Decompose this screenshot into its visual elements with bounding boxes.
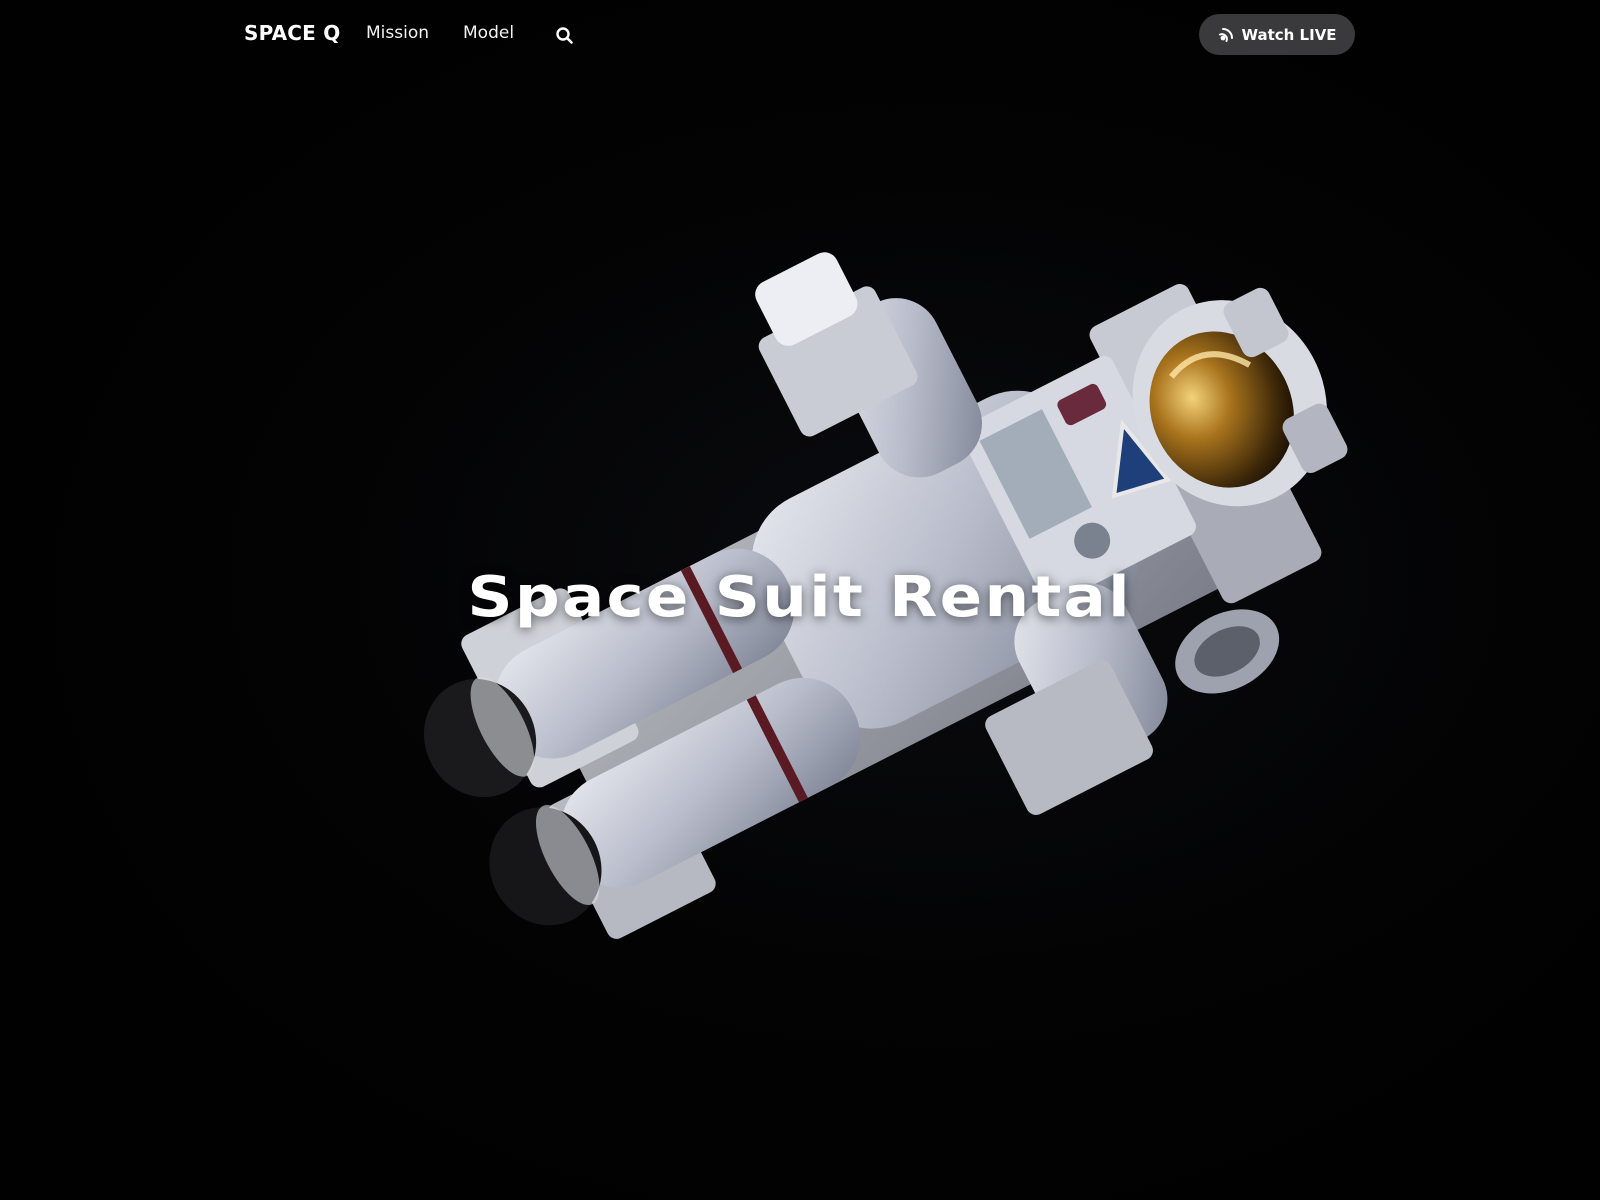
search-icon	[556, 27, 573, 44]
nav-link-model[interactable]: Model	[463, 23, 514, 43]
nav-link-mission[interactable]: Mission	[366, 23, 429, 43]
top-navigation: SPACE Q Mission Model Watch LIVE	[0, 0, 1600, 70]
watch-live-button[interactable]: Watch LIVE	[1199, 14, 1355, 55]
brand-logo[interactable]: SPACE Q	[244, 21, 340, 45]
landing-page: SPACE Q Mission Model Watch LIVE Space S…	[0, 0, 1600, 1200]
search-button[interactable]	[554, 25, 576, 47]
hero-title: Space Suit Rental	[0, 565, 1600, 630]
hero-title-text: Space Suit Rental	[467, 565, 1133, 630]
watch-live-label: Watch LIVE	[1241, 25, 1337, 44]
broadcast-icon	[1219, 27, 1234, 42]
